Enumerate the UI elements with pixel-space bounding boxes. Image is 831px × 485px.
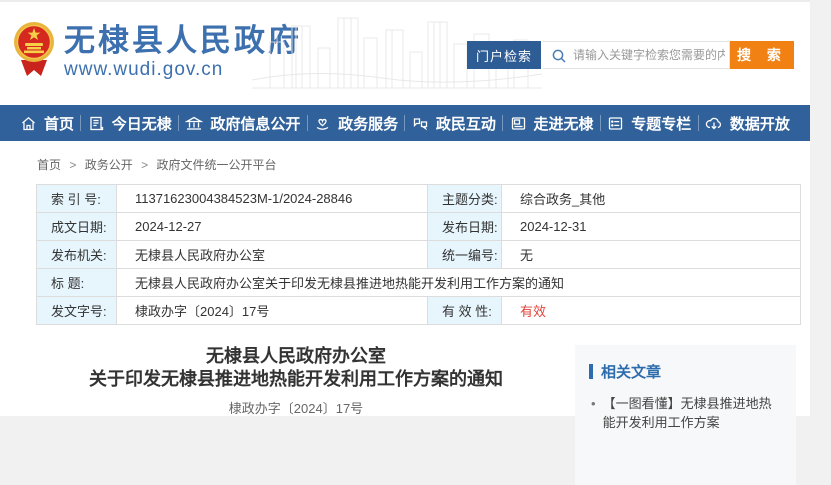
related-articles-list: • 【一图看懂】无棣县推进地热能开发利用工作方案: [591, 394, 782, 432]
meta-label-category: 主题分类:: [428, 185, 502, 213]
table-row: 标 题: 无棣县人民政府办公室关于印发无棣县推进地热能开发利用工作方案的通知: [37, 269, 801, 297]
nav-separator: [502, 115, 503, 131]
meta-label-issuer: 发布机关:: [37, 241, 117, 269]
bank-icon: [185, 115, 203, 132]
cloud-download-icon: [705, 115, 723, 132]
meta-value-written-date: 2024-12-27: [117, 213, 428, 241]
nav-separator: [80, 115, 81, 131]
heart-hand-icon: [314, 115, 331, 132]
portal-search-button[interactable]: 门户检索: [467, 41, 541, 69]
meta-label-validity: 有 效 性:: [428, 297, 502, 325]
breadcrumb-current: 政府文件统一公开平台: [156, 158, 276, 172]
meta-value-unified-number: 无: [502, 241, 801, 269]
nav-label: 今日无棣: [112, 113, 172, 134]
search-submit-button[interactable]: 搜 索: [730, 41, 794, 69]
nav-label: 政府信息公开: [210, 113, 300, 134]
news-icon: [88, 115, 105, 132]
table-row: 发文字号: 棣政办字〔2024〕17号 有 效 性: 有效: [37, 297, 801, 325]
related-articles-header: 相关文章: [589, 361, 782, 382]
meta-label-title: 标 题:: [37, 269, 117, 297]
document-number: 棣政办字〔2024〕17号: [36, 398, 556, 417]
main-navigation: 首页 今日无棣 政府信息公开 政务服务: [0, 105, 810, 141]
nav-separator: [307, 115, 308, 131]
chat-icon: [412, 115, 429, 132]
national-emblem-logo: [13, 20, 55, 78]
nav-item-topics[interactable]: 专题专栏: [607, 113, 691, 134]
breadcrumb: 首页 > 政务公开 > 政府文件统一公开平台: [0, 141, 810, 184]
breadcrumb-gov-open[interactable]: 政务公开: [85, 158, 133, 172]
related-article-link[interactable]: • 【一图看懂】无棣县推进地热能开发利用工作方案: [591, 394, 782, 432]
breadcrumb-home[interactable]: 首页: [37, 158, 61, 172]
document-title-block: 无棣县人民政府办公室 关于印发无棣县推进地热能开发利用工作方案的通知 棣政办字〔…: [36, 345, 556, 485]
search-box: [543, 41, 730, 69]
nav-label: 首页: [44, 113, 74, 134]
list-icon: [607, 115, 624, 132]
site-header: 无棣县人民政府 www.wudi.gov.cn 门户检索: [0, 0, 810, 105]
meta-value-category: 综合政务_其他: [502, 185, 801, 213]
bullet-icon: •: [591, 394, 596, 432]
meta-label-written-date: 成文日期:: [37, 213, 117, 241]
nav-item-today[interactable]: 今日无棣: [88, 113, 172, 134]
meta-value-validity: 有效: [502, 297, 801, 325]
document-title-line2: 关于印发无棣县推进地热能开发利用工作方案的通知: [36, 368, 556, 391]
meta-value-index: 11371623004384523M-1/2024-28846: [117, 185, 428, 213]
meta-label-index: 索 引 号:: [37, 185, 117, 213]
photo-icon: [510, 115, 527, 132]
document-title-line1: 无棣县人民政府办公室: [36, 345, 556, 368]
home-icon: [20, 115, 37, 132]
accent-bar: [589, 364, 593, 379]
related-article-text: 【一图看懂】无棣县推进地热能开发利用工作方案: [603, 394, 782, 432]
nav-label: 政务服务: [338, 113, 398, 134]
nav-item-services[interactable]: 政务服务: [314, 113, 398, 134]
related-articles-panel: 相关文章 • 【一图看懂】无棣县推进地热能开发利用工作方案: [575, 345, 796, 485]
meta-label-doc-number: 发文字号:: [37, 297, 117, 325]
nav-separator: [600, 115, 601, 131]
meta-label-publish-date: 发布日期:: [428, 213, 502, 241]
nav-label: 政民互动: [436, 113, 496, 134]
content-area: 无棣县人民政府办公室 关于印发无棣县推进地热能开发利用工作方案的通知 棣政办字〔…: [36, 345, 810, 485]
breadcrumb-separator: >: [69, 158, 76, 172]
nav-label: 数据开放: [730, 113, 790, 134]
search-input[interactable]: [543, 42, 729, 68]
table-row: 发布机关: 无棣县人民政府办公室 统一编号: 无: [37, 241, 801, 269]
meta-label-unified-number: 统一编号:: [428, 241, 502, 269]
search-area: 门户检索 搜 索: [467, 41, 794, 69]
nav-item-interaction[interactable]: 政民互动: [412, 113, 496, 134]
nav-separator: [698, 115, 699, 131]
document-meta-table: 索 引 号: 11371623004384523M-1/2024-28846 主…: [36, 184, 801, 325]
meta-value-issuer: 无棣县人民政府办公室: [117, 241, 428, 269]
nav-separator: [404, 115, 405, 131]
nav-label: 走进无棣: [534, 113, 594, 134]
meta-value-title: 无棣县人民政府办公室关于印发无棣县推进地热能开发利用工作方案的通知: [117, 269, 801, 297]
page-container: 无棣县人民政府 www.wudi.gov.cn 门户检索: [0, 0, 810, 416]
breadcrumb-separator: >: [141, 158, 148, 172]
table-row: 索 引 号: 11371623004384523M-1/2024-28846 主…: [37, 185, 801, 213]
nav-item-home[interactable]: 首页: [20, 113, 74, 134]
nav-item-open-data[interactable]: 数据开放: [705, 113, 790, 134]
meta-value-doc-number: 棣政办字〔2024〕17号: [117, 297, 428, 325]
table-row: 成文日期: 2024-12-27 发布日期: 2024-12-31: [37, 213, 801, 241]
nav-separator: [178, 115, 179, 131]
related-articles-title: 相关文章: [601, 361, 661, 382]
nav-label: 专题专栏: [631, 113, 691, 134]
meta-value-publish-date: 2024-12-31: [502, 213, 801, 241]
nav-item-gov-info[interactable]: 政府信息公开: [185, 113, 300, 134]
search-icon: [551, 48, 567, 64]
nav-item-about[interactable]: 走进无棣: [510, 113, 594, 134]
